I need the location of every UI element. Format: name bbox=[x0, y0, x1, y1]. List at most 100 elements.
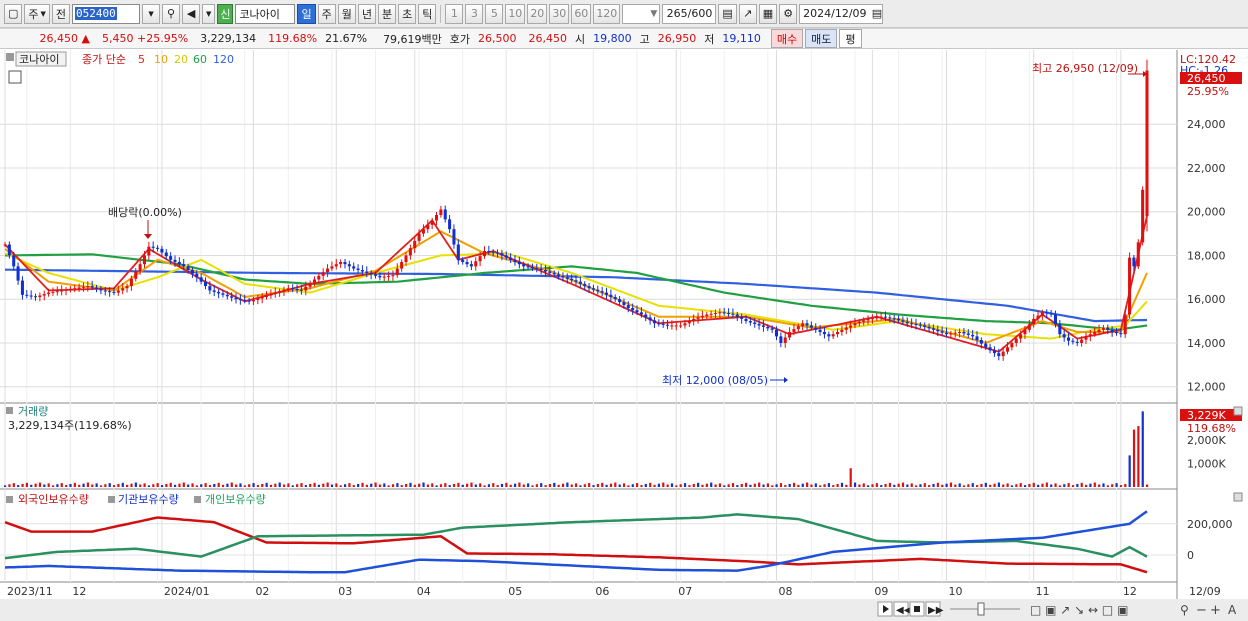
count-field[interactable]: 265/600 bbox=[662, 3, 717, 24]
volume-bar bbox=[256, 485, 260, 487]
candle-body bbox=[879, 316, 883, 318]
holdings-close-icon[interactable] bbox=[1233, 492, 1243, 502]
candle-body bbox=[116, 290, 120, 293]
volume-bar bbox=[461, 484, 464, 487]
candle-body bbox=[740, 316, 744, 319]
candle-body bbox=[90, 286, 94, 288]
draw-tool-icon[interactable]: ↗ bbox=[738, 3, 757, 24]
legend-ma20: 20 bbox=[174, 53, 188, 66]
volume-bar bbox=[670, 483, 674, 487]
candle-body bbox=[208, 286, 212, 291]
period-second[interactable]: 초 bbox=[398, 3, 417, 24]
zoom-in-icon[interactable]: + bbox=[1210, 603, 1221, 618]
interval-3[interactable]: 3 bbox=[465, 3, 484, 24]
stock-chart[interactable]: 12,000 14,000 16,000 18,000 20,000 22,000 24,0… bbox=[0, 50, 1248, 621]
period-month[interactable]: 월 bbox=[337, 3, 356, 24]
volume-bar bbox=[73, 482, 76, 487]
period-year[interactable]: 년 bbox=[357, 3, 376, 24]
candle-body bbox=[657, 323, 661, 325]
market-select[interactable]: 주 ▼ bbox=[24, 3, 50, 24]
zoom-icon[interactable]: ⚲ bbox=[1180, 603, 1189, 617]
volume-bar bbox=[601, 482, 604, 487]
volume-bar bbox=[758, 482, 761, 487]
candle-body bbox=[748, 321, 752, 323]
volume-bar bbox=[797, 484, 800, 487]
interval-20[interactable]: 20 bbox=[527, 3, 548, 24]
stock-code-input[interactable]: 052400 bbox=[72, 3, 141, 24]
sell-button[interactable]: 매도 bbox=[805, 29, 838, 48]
candle-body bbox=[596, 289, 600, 292]
buy-button[interactable]: 매수 bbox=[770, 29, 804, 48]
volume-bar bbox=[518, 482, 521, 487]
candle-body bbox=[517, 262, 521, 265]
window-layout-icon[interactable]: ▢ bbox=[4, 3, 23, 24]
stock-name-field[interactable]: 코나아이 bbox=[235, 3, 296, 24]
candle-type-icon[interactable]: ▤ bbox=[718, 3, 737, 24]
volume-bar bbox=[217, 482, 220, 487]
candle-body bbox=[86, 286, 90, 288]
candle-body bbox=[33, 296, 38, 298]
volume-bar bbox=[1111, 484, 1114, 487]
volume-tick-label: 2,000K bbox=[1187, 434, 1226, 447]
candle-body bbox=[892, 318, 896, 320]
volume-bar bbox=[1093, 482, 1096, 487]
code-dropdown-icon[interactable]: ▼ bbox=[142, 3, 161, 24]
period-minute[interactable]: 분 bbox=[377, 3, 397, 24]
volume-bar bbox=[605, 484, 608, 487]
prev-button[interactable]: 전 bbox=[51, 3, 71, 24]
volume-bar bbox=[509, 484, 512, 487]
volume-bar bbox=[147, 485, 151, 487]
volume-bar bbox=[1132, 429, 1136, 487]
interval-30[interactable]: 30 bbox=[549, 3, 570, 24]
date-tick-label: 11 bbox=[1036, 585, 1050, 598]
zoom-out-icon[interactable]: − bbox=[1196, 603, 1207, 618]
candle-body bbox=[831, 334, 835, 337]
interval-5[interactable]: 5 bbox=[485, 3, 504, 24]
period-tick[interactable]: 틱 bbox=[418, 3, 437, 24]
date-tick-label: 02 bbox=[255, 585, 269, 598]
interval-10[interactable]: 10 bbox=[505, 3, 526, 24]
period-week[interactable]: 주 bbox=[317, 3, 336, 24]
volume-close-icon[interactable] bbox=[1233, 406, 1243, 416]
volume-bar bbox=[705, 483, 708, 487]
zoom-slider-handle[interactable] bbox=[977, 602, 985, 616]
candle-body bbox=[1005, 347, 1010, 352]
interval-1[interactable]: 1 bbox=[445, 3, 464, 24]
volume-bar bbox=[888, 482, 892, 487]
candle-body bbox=[774, 329, 779, 337]
interval-60[interactable]: 60 bbox=[571, 3, 592, 24]
calendar-icon[interactable]: ▤ bbox=[872, 7, 882, 20]
trade-amount: 79,619백만 bbox=[383, 32, 442, 46]
volume-bar bbox=[422, 482, 425, 487]
candle-body bbox=[652, 320, 656, 324]
volume-bar bbox=[901, 482, 905, 487]
date-field[interactable]: 2024/12/09 ▤ bbox=[799, 3, 884, 24]
search-icon[interactable]: ⚲ bbox=[162, 3, 181, 24]
candle-body bbox=[434, 214, 439, 221]
speaker-dropdown-icon[interactable]: ▼ bbox=[202, 3, 216, 24]
volume-bar bbox=[1128, 455, 1131, 487]
candle-body bbox=[1062, 334, 1066, 338]
candle-body bbox=[134, 271, 138, 279]
tool-icons[interactable]: □ ▣ ↗ ↘ ↔ □ ▣ bbox=[1030, 603, 1128, 617]
auto-scale-icon[interactable]: A bbox=[1228, 603, 1237, 617]
volume-bar bbox=[919, 484, 922, 487]
interval-120[interactable]: 120 bbox=[593, 3, 621, 24]
speaker-icon[interactable]: ◀ bbox=[182, 3, 201, 24]
volume-bar bbox=[300, 483, 303, 487]
volume-bar bbox=[357, 483, 360, 487]
up-arrow-icon: ▲ bbox=[81, 32, 90, 45]
candle-body bbox=[966, 333, 970, 335]
save-icon[interactable]: ▦ bbox=[758, 3, 778, 24]
interval-combo[interactable]: ▼ bbox=[622, 3, 661, 24]
candle-body bbox=[696, 317, 700, 319]
avg-button[interactable]: 평 bbox=[839, 29, 862, 48]
volume-bar bbox=[38, 482, 42, 487]
candle-body bbox=[548, 271, 552, 273]
volume-bar bbox=[173, 484, 177, 487]
period-day[interactable]: 일 bbox=[297, 3, 316, 24]
candle-body bbox=[722, 312, 726, 314]
candle-body bbox=[38, 295, 42, 297]
gear-icon[interactable]: ⚙ bbox=[779, 3, 798, 24]
grid-icon[interactable] bbox=[8, 70, 22, 84]
